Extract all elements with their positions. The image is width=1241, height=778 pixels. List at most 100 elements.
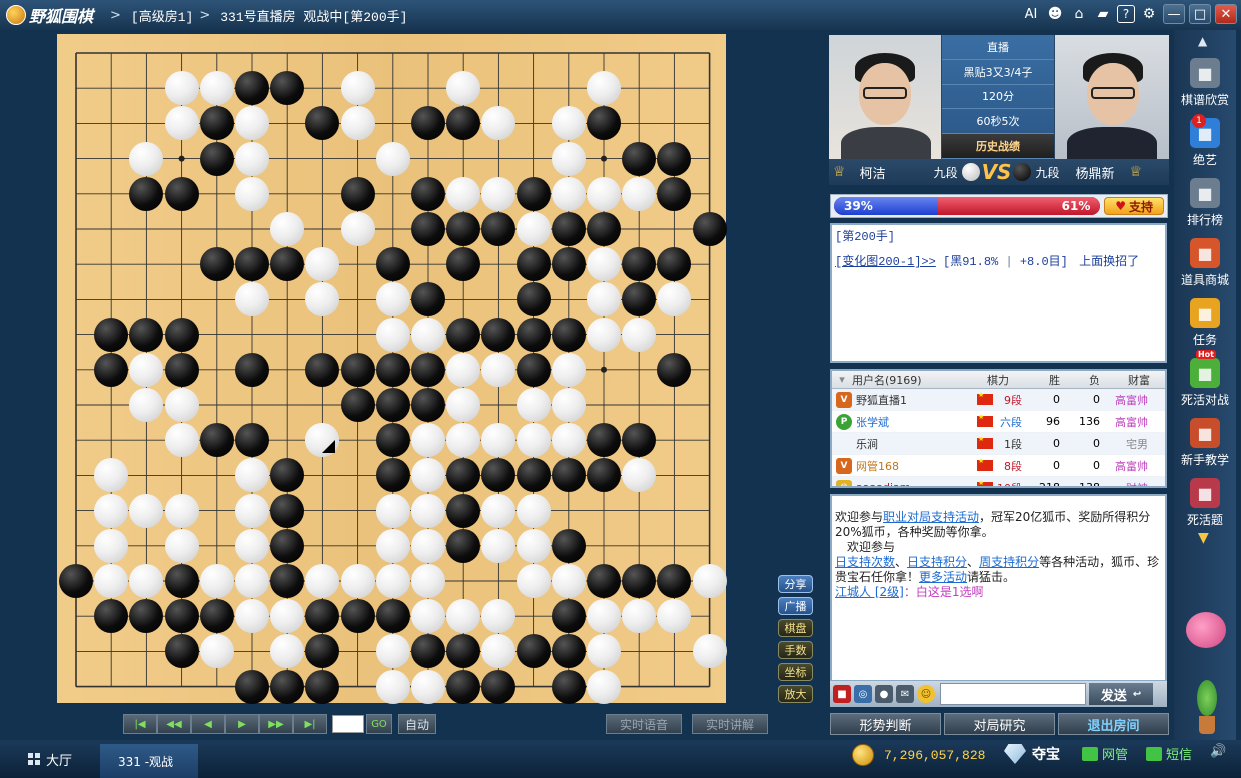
forward-one-button[interactable]: ▶ xyxy=(225,714,259,734)
white-stone xyxy=(551,423,586,458)
globe-icon[interactable]: ◎ xyxy=(854,685,872,703)
share-button[interactable]: 分享 xyxy=(778,575,813,593)
restore-button[interactable]: □ xyxy=(1189,4,1211,24)
rail-item-diamond[interactable]: ■ 道具商城 xyxy=(1174,238,1236,288)
black-stone xyxy=(305,352,340,387)
variation-link[interactable]: [变化图200-1]>> xyxy=(835,255,936,269)
more-activities-link[interactable]: 更多活动 xyxy=(919,570,967,584)
weekly-points-link[interactable]: 周支持积分 xyxy=(979,555,1039,569)
room-tab[interactable]: 331 -观战 xyxy=(100,744,198,778)
breadcrumb-room[interactable]: [高级房1] xyxy=(131,6,193,25)
white-stone xyxy=(164,528,199,563)
emoji-icon[interactable]: ☺ xyxy=(917,685,935,703)
fox-icon: V xyxy=(836,391,852,408)
daily-points-link[interactable]: 日支持积分 xyxy=(907,555,967,569)
broadcast-button[interactable]: 广播 xyxy=(778,597,813,615)
gift-icon[interactable]: ■ xyxy=(833,685,851,703)
user-row[interactable]: V 野狐直播1 9段 0 0 高富帅 xyxy=(832,389,1165,411)
user-wins: 0 xyxy=(1053,459,1060,472)
sms-button[interactable]: 短信 xyxy=(1146,744,1192,763)
plant-icon[interactable] xyxy=(1194,680,1220,736)
first-move-button[interactable]: |◀ xyxy=(123,714,157,734)
black-stone xyxy=(481,669,516,704)
black-stone xyxy=(516,282,551,317)
shirt-icon[interactable]: ▰ xyxy=(1093,4,1113,24)
move-numbers-button[interactable]: 手数 xyxy=(778,641,813,659)
pet-icon[interactable] xyxy=(1186,612,1226,648)
user-row[interactable]: ♛ aaaadiam 10段 218 138 财神 xyxy=(832,477,1165,486)
black-stone xyxy=(59,564,93,598)
white-stone xyxy=(411,528,445,563)
game-study-button[interactable]: 对局研究 xyxy=(944,713,1055,735)
white-stone xyxy=(129,493,164,528)
black-stone xyxy=(551,669,586,704)
chat-input[interactable] xyxy=(940,683,1086,705)
rail-item-swords[interactable]: ■ Hot 死活对战 xyxy=(1174,350,1236,408)
ai-button[interactable]: AI xyxy=(1021,4,1041,24)
live-commentary-button[interactable]: 实时讲解 xyxy=(692,714,769,734)
sort-icon[interactable]: ▾ xyxy=(832,373,852,386)
zoom-button[interactable]: 放大 xyxy=(778,685,813,703)
position-judgment-button[interactable]: 形势判断 xyxy=(830,713,941,735)
netadmin-button[interactable]: 网管 xyxy=(1082,744,1128,763)
black-stone xyxy=(375,247,410,282)
rail-item-rank[interactable]: ■ 排行榜 xyxy=(1174,178,1236,228)
last-move-button[interactable]: ▶| xyxy=(293,714,327,734)
col-losses[interactable]: 负 xyxy=(1060,372,1100,388)
col-rank[interactable]: 棋力 xyxy=(974,372,1022,388)
board-style-button[interactable]: 棋盘 xyxy=(778,619,813,637)
close-button[interactable]: ✕ xyxy=(1215,4,1237,24)
home-icon[interactable]: ⌂ xyxy=(1069,4,1089,24)
lobby-button[interactable]: 大厅 xyxy=(0,740,100,778)
rail-up-arrow-icon[interactable]: ▲ xyxy=(1198,34,1207,48)
move-navigation: |◀ ◀◀ ◀ ▶ ▶▶ ▶| GO 自动 实时语音 实时讲解 xyxy=(123,714,769,734)
rail-item-label: 死活对战 xyxy=(1180,393,1229,407)
user-row[interactable]: P 张学斌 六段 96 136 高富帅 xyxy=(832,411,1165,433)
send-button[interactable]: 发送 ↩ xyxy=(1089,683,1153,705)
col-wins[interactable]: 胜 xyxy=(1022,372,1060,388)
go-board[interactable] xyxy=(57,34,727,704)
activity-link[interactable]: 职业对局支持活动 xyxy=(883,510,979,524)
rail-item-puzzle[interactable]: ■ 死活题 xyxy=(1174,478,1236,528)
chat-message-user[interactable]: 江城人 [2级] xyxy=(835,585,904,599)
black-stone xyxy=(411,106,445,141)
rail-item-task[interactable]: ■ 任务 xyxy=(1174,298,1236,348)
white-stone xyxy=(446,423,481,458)
rail-item-teach[interactable]: ■ 新手教学 xyxy=(1174,418,1236,468)
match-status: 直播 xyxy=(942,35,1054,60)
col-wealth[interactable]: 财富 xyxy=(1100,372,1150,388)
rail-down-arrow-icon[interactable]: ▼ xyxy=(1198,530,1209,546)
microphone-icon[interactable]: ● xyxy=(875,685,893,703)
user-row[interactable]: 乐涧 1段 0 0 宅男 xyxy=(832,433,1165,455)
help-icon[interactable]: ? xyxy=(1117,5,1135,23)
col-username[interactable]: 用户名(9169) xyxy=(852,372,974,388)
black-stone xyxy=(164,599,199,634)
players-panel: 直播 黑贴3又3/4子 120分 60秒5次 历史战绩 ♕ 柯洁 九段 VS 九… xyxy=(829,35,1169,185)
treasure-button[interactable]: 夺宝 xyxy=(1004,744,1060,764)
white-stone xyxy=(235,564,269,598)
forward-many-button[interactable]: ▶▶ xyxy=(259,714,293,734)
user-row[interactable]: V 网管168 8段 0 0 高富帅 xyxy=(832,455,1165,477)
user-icon[interactable]: ☻ xyxy=(1045,4,1065,24)
support-button[interactable]: ♥ 支持 xyxy=(1104,197,1164,215)
coordinates-button[interactable]: 坐标 xyxy=(778,663,813,681)
live-voice-button[interactable]: 实时语音 xyxy=(606,714,683,734)
black-stone xyxy=(164,634,199,669)
daily-count-link[interactable]: 日支持次数 xyxy=(835,555,895,569)
exit-room-button[interactable]: 退出房间 xyxy=(1058,713,1169,735)
move-number-input[interactable] xyxy=(332,715,364,733)
rail-item-book[interactable]: ■ 棋谱欣赏 xyxy=(1174,58,1236,108)
gear-icon[interactable]: ⚙ xyxy=(1139,4,1159,24)
go-button[interactable]: GO xyxy=(366,714,392,734)
black-stone xyxy=(375,388,410,422)
main-time: 120分 xyxy=(942,85,1054,110)
back-one-button[interactable]: ◀ xyxy=(191,714,225,734)
white-stone xyxy=(587,176,621,211)
rail-item-jueyi[interactable]: ■ 1 绝艺 xyxy=(1174,114,1236,168)
back-many-button[interactable]: ◀◀ xyxy=(157,714,191,734)
history-record-button[interactable]: 历史战绩 xyxy=(942,134,1054,159)
auto-play-button[interactable]: 自动 xyxy=(398,714,437,734)
minimize-button[interactable]: — xyxy=(1163,4,1185,24)
speech-bubble-icon[interactable]: ✉ xyxy=(896,685,914,703)
volume-icon[interactable]: 🔊 xyxy=(1210,744,1226,759)
